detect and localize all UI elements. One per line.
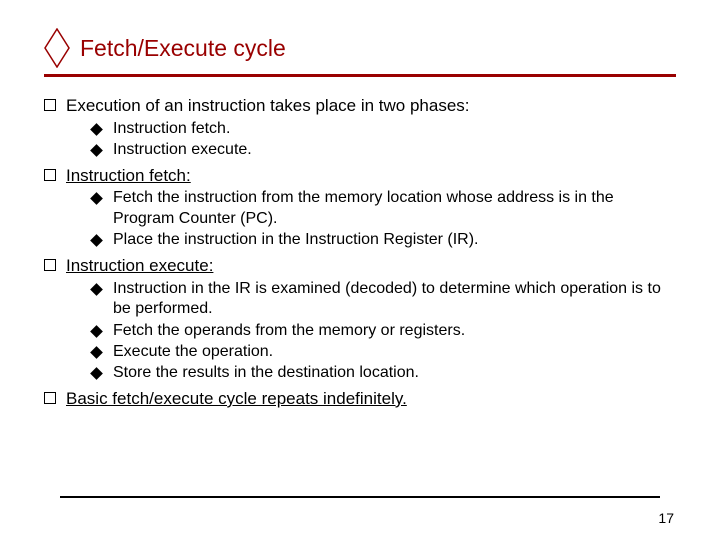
bullet-3: Instruction execute:	[44, 255, 676, 277]
slide: Fetch/Execute cycle Execution of an inst…	[0, 0, 720, 410]
bullet-3a-text: Instruction in the IR is examined (decod…	[113, 279, 676, 320]
diamond-bullet-icon	[90, 283, 103, 296]
bullet-1a: Instruction fetch.	[92, 119, 676, 139]
bullet-2-text: Instruction fetch:	[66, 165, 191, 187]
diamond-bullet-icon	[90, 368, 103, 381]
bullet-2b: Place the instruction in the Instruction…	[92, 230, 676, 250]
bullet-3b: Fetch the operands from the memory or re…	[92, 321, 676, 341]
bullet-1-text: Execution of an instruction takes place …	[66, 95, 470, 117]
footer-divider	[60, 496, 660, 498]
diamond-icon	[44, 28, 70, 68]
square-bullet-icon	[44, 392, 56, 404]
diamond-bullet-icon	[90, 325, 103, 338]
bullet-3a: Instruction in the IR is examined (decod…	[92, 279, 676, 320]
bullet-3c-text: Execute the operation.	[113, 342, 273, 362]
page-number: 17	[658, 510, 674, 526]
bullet-3-text: Instruction execute:	[66, 255, 213, 277]
bullet-4-text: Basic fetch/execute cycle repeats indefi…	[66, 388, 407, 410]
bullet-4: Basic fetch/execute cycle repeats indefi…	[44, 388, 676, 410]
diamond-bullet-icon	[90, 193, 103, 206]
bullet-2a-text: Fetch the instruction from the memory lo…	[113, 188, 676, 229]
square-bullet-icon	[44, 99, 56, 111]
slide-title: Fetch/Execute cycle	[80, 35, 286, 62]
diamond-bullet-icon	[90, 123, 103, 136]
bullet-1b-text: Instruction execute.	[113, 140, 252, 160]
bullet-1a-text: Instruction fetch.	[113, 119, 230, 139]
slide-content: Execution of an instruction takes place …	[44, 95, 676, 410]
bullet-2a: Fetch the instruction from the memory lo…	[92, 188, 676, 229]
bullet-3d: Store the results in the destination loc…	[92, 363, 676, 383]
bullet-1b: Instruction execute.	[92, 140, 676, 160]
square-bullet-icon	[44, 169, 56, 181]
diamond-bullet-icon	[90, 144, 103, 157]
bullet-2b-text: Place the instruction in the Instruction…	[113, 230, 479, 250]
title-divider	[44, 74, 676, 77]
title-row: Fetch/Execute cycle	[44, 28, 676, 68]
bullet-1: Execution of an instruction takes place …	[44, 95, 676, 117]
bullet-2: Instruction fetch:	[44, 165, 676, 187]
square-bullet-icon	[44, 259, 56, 271]
diamond-bullet-icon	[90, 235, 103, 248]
bullet-3c: Execute the operation.	[92, 342, 676, 362]
diamond-bullet-icon	[90, 346, 103, 359]
bullet-3b-text: Fetch the operands from the memory or re…	[113, 321, 465, 341]
bullet-3d-text: Store the results in the destination loc…	[113, 363, 419, 383]
